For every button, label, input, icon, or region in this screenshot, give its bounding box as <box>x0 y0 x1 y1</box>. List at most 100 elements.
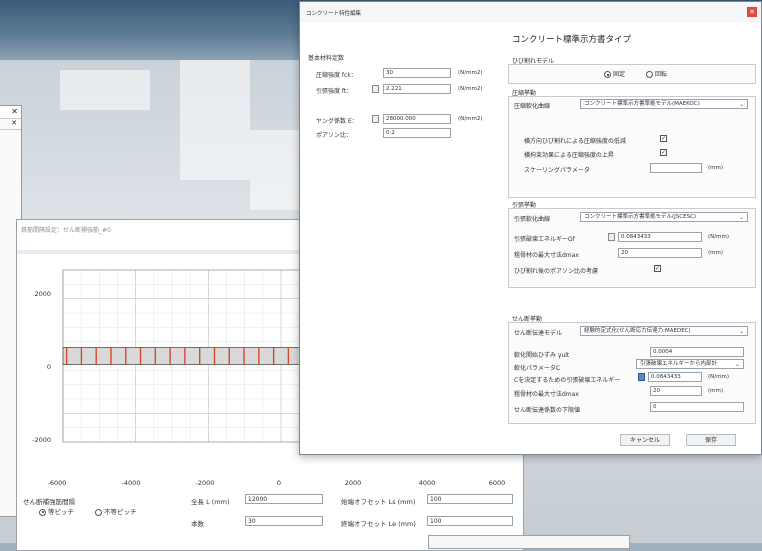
tension-dmax-label: 粗骨材の最大寸法dmax <box>514 252 579 259</box>
x-tick-label: 4000 <box>418 479 436 487</box>
shear-gf-input[interactable]: 0.0843433 <box>648 372 702 382</box>
confinement-checkbox[interactable]: ✓ <box>660 149 667 156</box>
select-value: コンクリート標準示方書準拠モデル(MAEKOC) <box>584 101 700 107</box>
total-length-input[interactable]: 12000 <box>245 494 323 504</box>
ft-input[interactable]: 2.221 <box>383 84 451 94</box>
radio-rotating[interactable]: 回転 <box>646 69 667 78</box>
radio-label: 不等ピッチ <box>104 508 137 516</box>
compression-curve-select[interactable]: コンクリート標準示方書準拠モデル(MAEKOC) ⌄ <box>580 99 748 109</box>
scaling-unit: (mm) <box>708 165 724 171</box>
shear-gf-unit: (N/mm) <box>708 374 729 380</box>
close-icon[interactable]: ✕ <box>747 7 757 17</box>
background-block <box>250 130 300 210</box>
calculator-icon[interactable] <box>608 233 615 241</box>
tension-curve-label: 引張軟化曲線 <box>514 216 551 223</box>
radio-button[interactable] <box>646 71 653 78</box>
tension-poisson-label: ひび割れ後のポアソン比の考慮 <box>514 268 599 275</box>
shear-dmax-input[interactable]: 20 <box>650 386 702 396</box>
tension-gf-label: 引張破壊エネルギーGf <box>514 236 575 243</box>
softening-strain-label: 軟化開始ひずみ γult <box>514 352 570 359</box>
shear-dmax-label: 粗骨材の最大寸法dmax <box>514 391 579 398</box>
calculator-icon[interactable] <box>372 85 379 93</box>
poisson-input[interactable]: 0.2 <box>383 128 451 138</box>
radio-button[interactable] <box>39 508 46 516</box>
x-tick-label: -4000 <box>121 479 141 487</box>
radio-unequal-pitch[interactable]: 不等ピッチ <box>95 506 137 516</box>
tension-gf-unit: (N/mm) <box>708 234 729 240</box>
dialog-titlebar: コンクリート特性編集 ✕ <box>300 2 761 22</box>
tension-dmax-input[interactable]: 20 <box>618 248 702 258</box>
fck-unit: (N/mm2) <box>458 70 483 76</box>
shear-model-select[interactable]: 経験的定式化(せん断応力伝達力:MAEDEC) ⌄ <box>580 326 748 336</box>
window-title: 鉄筋間隔設定：せん断補強筋_#0 <box>21 227 111 234</box>
start-offset-label: 始端オフセット Ls (mm) <box>341 498 416 506</box>
chevron-down-icon: ⌄ <box>734 361 740 368</box>
shear-lower-input[interactable]: 0 <box>650 402 744 412</box>
young-modulus-input[interactable]: 28000.000 <box>383 114 451 124</box>
select-value: 引張破壊エネルギーから内部計 <box>640 361 718 367</box>
radio-label: 等ピッチ <box>48 508 74 516</box>
close-icon[interactable]: ✕ <box>11 107 18 116</box>
chevron-down-icon: ⌄ <box>738 101 744 108</box>
radio-label: 固定 <box>613 71 626 78</box>
concrete-properties-dialog: コンクリート特性編集 ✕ コンクリート標準示方書タイプ 基本材料定数 圧縮強度 … <box>299 1 762 455</box>
ft-unit: (N/mm2) <box>458 86 483 92</box>
end-offset-input[interactable]: 100 <box>427 516 513 526</box>
poisson-label: ポアソン比： <box>316 132 353 139</box>
crack-model-group <box>508 64 756 84</box>
x-tick-label: -2000 <box>195 479 215 487</box>
bottom-window <box>428 535 630 549</box>
tension-gf-input[interactable]: 0.0843433 <box>618 232 702 242</box>
chevron-down-icon: ⌄ <box>738 328 744 335</box>
shear-dmax-unit: (mm) <box>708 388 724 394</box>
start-offset-input[interactable]: 100 <box>427 494 513 504</box>
compression-reduce-checkbox[interactable]: ✓ <box>660 135 667 142</box>
dialog-heading: コンクリート標準示方書タイプ <box>512 35 632 45</box>
calculator-icon[interactable] <box>638 373 645 381</box>
chevron-down-icon: ⌄ <box>738 214 744 221</box>
radio-label: 回転 <box>655 71 668 78</box>
ft-label: 引張強度 ft： <box>316 88 353 95</box>
fck-input[interactable]: 30 <box>383 68 451 78</box>
y-tick-label: -2000 <box>32 436 51 444</box>
count-input[interactable]: 30 <box>245 516 323 526</box>
compression-group <box>508 96 756 198</box>
y-tick-label: 2000 <box>34 290 51 298</box>
scaling-input[interactable] <box>650 163 702 173</box>
x-tick-label: -6000 <box>47 479 67 487</box>
total-length-label: 全長 L (mm) <box>191 498 230 506</box>
basic-group-title: 基本材料定数 <box>308 55 345 62</box>
compression-reduce-label: 横方向ひび割れによる圧縮強度の低減 <box>524 138 626 145</box>
young-modulus-unit: (N/mm2) <box>458 116 483 122</box>
spacing-mode-label: せん断補強筋間隔 <box>23 498 75 506</box>
tension-curve-select[interactable]: コンクリート標準示方書準拠モデル(JSCESC) ⌄ <box>580 212 748 222</box>
end-offset-label: 終端オフセット Le (mm) <box>341 520 416 528</box>
select-value: コンクリート標準示方書準拠モデル(JSCESC) <box>584 214 697 220</box>
confinement-label: 横拘束効果による圧縮強度の上昇 <box>524 152 614 159</box>
dialog-title: コンクリート特性編集 <box>306 11 362 17</box>
radio-button[interactable] <box>95 508 102 516</box>
tension-dmax-unit: (mm) <box>708 250 724 256</box>
softening-strain-input[interactable]: 0.0004 <box>650 347 744 357</box>
calculator-icon[interactable] <box>372 115 379 123</box>
radio-button[interactable] <box>604 71 611 78</box>
background-block <box>180 60 250 180</box>
x-tick-label: 6000 <box>488 479 506 487</box>
save-button[interactable]: 保存 <box>686 434 736 446</box>
softening-param-label: 軟化パラメータC <box>514 365 561 372</box>
radio-equal-pitch[interactable]: 等ピッチ <box>39 506 74 516</box>
x-tick-label: 2000 <box>344 479 362 487</box>
compression-curve-label: 圧縮軟化曲線 <box>514 103 551 110</box>
tension-poisson-checkbox[interactable]: ✓ <box>654 265 661 272</box>
y-tick-label: 0 <box>46 363 51 371</box>
select-value: 経験的定式化(せん断応力伝達力:MAEDEC) <box>584 328 691 334</box>
left-window-tabbar: ✕ <box>0 119 21 130</box>
radio-fixed[interactable]: 固定 <box>604 69 625 78</box>
scaling-label: スケーリングパラメータ <box>524 167 590 174</box>
cancel-button[interactable]: キャンセル <box>620 434 670 446</box>
close-tab-icon[interactable]: ✕ <box>11 119 17 127</box>
softening-param-select[interactable]: 引張破壊エネルギーから内部計 ⌄ <box>636 359 744 369</box>
x-tick-label: 0 <box>276 479 282 487</box>
left-window-titlebar: ✕ <box>0 106 21 119</box>
count-label: 本数 <box>191 520 204 528</box>
